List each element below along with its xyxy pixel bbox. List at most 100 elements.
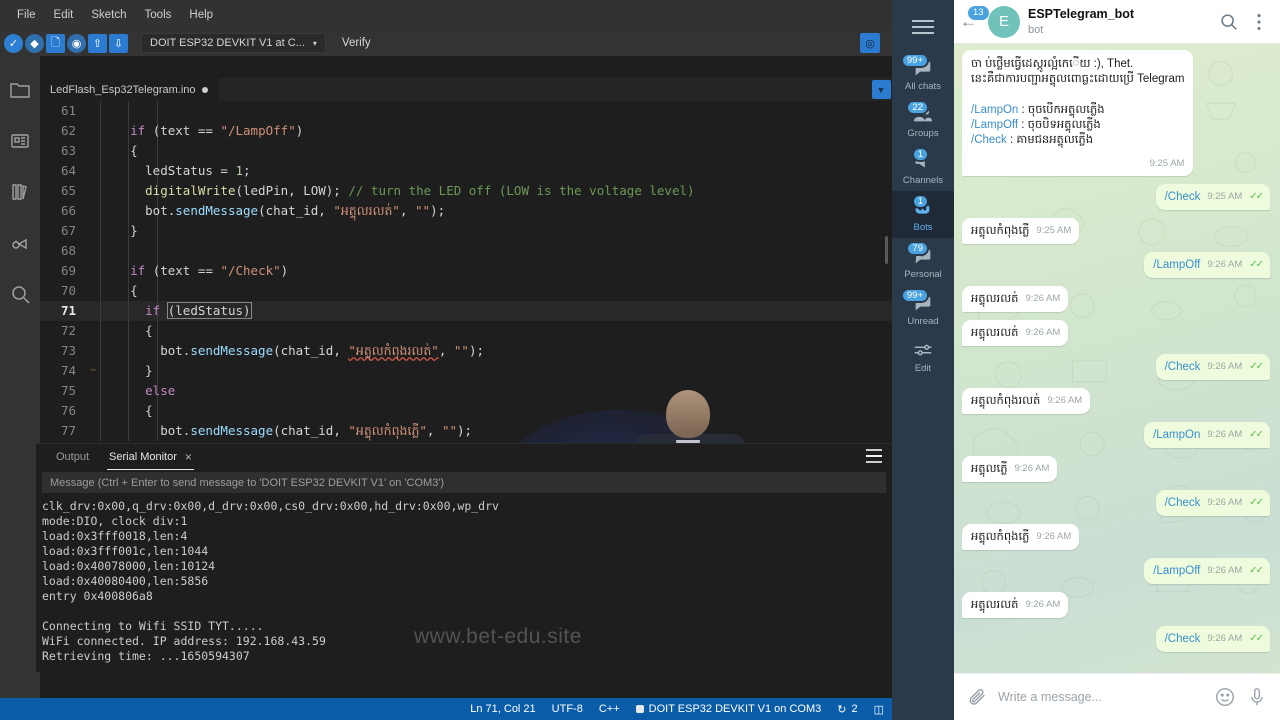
fold-marker[interactable] (86, 281, 100, 301)
microphone-icon[interactable] (1246, 686, 1268, 708)
rail-item-groups[interactable]: 22Groups (892, 97, 954, 144)
debug-icon[interactable] (8, 231, 32, 255)
serial-plotter-icon[interactable]: ◎ (860, 33, 880, 53)
message-bubble[interactable]: /Check9:26 AM✓✓ (1156, 490, 1270, 516)
rail-item-bots[interactable]: 1Bots (892, 191, 954, 238)
code-line[interactable]: 61 (40, 101, 892, 121)
status-encoding[interactable]: UTF-8 (544, 703, 591, 715)
code-editor[interactable]: 6162 if (text == "/LampOff")63 {64 ledSt… (40, 101, 892, 441)
message-list[interactable]: ចា ប់ថ្លើមធ្វើដេស្កូរល្អំកេើយ :), Thet. … (954, 44, 1280, 673)
fold-marker[interactable] (86, 421, 100, 441)
emoji-icon[interactable] (1214, 686, 1236, 708)
message-bubble[interactable]: អត្ទុលភ្លើ9:26 AM (962, 456, 1057, 482)
code-line[interactable]: 72 { (40, 321, 892, 341)
message-bubble[interactable]: អត្ទុលរលត់9:26 AM (962, 286, 1068, 312)
message-bubble[interactable]: /LampOff9:26 AM✓✓ (1144, 558, 1270, 584)
code-line[interactable]: 67 } (40, 221, 892, 241)
fold-marker[interactable] (86, 141, 100, 161)
code-line[interactable]: 65 digitalWrite(ledPin, LOW); // turn th… (40, 181, 892, 201)
fold-marker[interactable] (86, 101, 100, 121)
rail-item-personal[interactable]: 79Personal (892, 238, 954, 285)
message-bubble[interactable]: អត្ទុលរលត់9:26 AM (962, 320, 1068, 346)
serial-monitor-toggle-icon[interactable]: ▼ (872, 80, 891, 99)
message-bubble[interactable]: អត្ទុលកំពុងរលត់9:26 AM (962, 388, 1090, 414)
code-line[interactable]: 63 { (40, 141, 892, 161)
tab-output[interactable]: Output (46, 444, 99, 470)
rail-item-unread[interactable]: 99+Unread (892, 285, 954, 332)
code-line[interactable]: 66 bot.sendMessage(chat_id, "អត្ទុលរលត់"… (40, 201, 892, 221)
fold-marker[interactable] (86, 241, 100, 261)
boards-manager-icon[interactable] (8, 129, 32, 153)
fold-marker[interactable] (86, 401, 100, 421)
close-icon[interactable]: × (185, 450, 192, 464)
bot-command-name[interactable]: /LampOff (971, 119, 1018, 131)
bot-command-name[interactable]: /LampOn (971, 104, 1018, 116)
menu-edit[interactable]: Edit (45, 5, 83, 25)
save-button[interactable]: ⇩ (109, 34, 128, 53)
fold-marker[interactable] (86, 201, 100, 221)
avatar[interactable]: E (988, 6, 1020, 38)
new-sketch-button[interactable]: 🗋 (46, 34, 65, 53)
code-line[interactable]: 70 { (40, 281, 892, 301)
message-bubble[interactable]: /LampOn9:26 AM✓✓ (1144, 422, 1270, 448)
board-selector[interactable]: DOIT ESP32 DEVKIT V1 at C... ▾ (141, 33, 326, 53)
bot-command-item[interactable]: /Check : គាមជនអត្ទុលភ្លើង (971, 133, 1184, 148)
fold-marker[interactable] (86, 381, 100, 401)
menu-file[interactable]: File (8, 5, 45, 25)
status-notifications[interactable]: ↻ 2 (829, 703, 865, 716)
rail-item-channels[interactable]: 1Channels (892, 144, 954, 191)
fold-marker[interactable] (86, 221, 100, 241)
fold-marker[interactable] (86, 341, 100, 361)
message-bubble[interactable]: /Check9:26 AM✓✓ (1156, 626, 1270, 652)
fold-marker[interactable] (86, 301, 100, 321)
fold-marker[interactable] (86, 181, 100, 201)
code-line[interactable]: 75 else (40, 381, 892, 401)
rail-item-edit[interactable]: Edit (892, 332, 954, 379)
message-bubble[interactable]: អត្ទុលកំពុងភ្លើ9:26 AM (962, 524, 1079, 550)
back-button[interactable]: ← 13 (960, 12, 980, 32)
message-bubble[interactable]: ចា ប់ថ្លើមធ្វើដេស្កូរល្អំកេើយ :), Thet. … (962, 50, 1193, 176)
code-line[interactable]: 71 if (ledStatus) (40, 301, 892, 321)
more-options-icon[interactable] (1248, 11, 1270, 33)
code-line[interactable]: 74~ } (40, 361, 892, 381)
menu-help[interactable]: Help (180, 5, 222, 25)
code-line[interactable]: 68 (40, 241, 892, 261)
verify-button[interactable]: ✓ (4, 34, 23, 53)
tab-serial-monitor[interactable]: Serial Monitor × (99, 444, 202, 470)
bot-command-item[interactable]: /LampOff : ចុចបិទអត្ទុលភ្លើង (971, 118, 1184, 133)
fold-marker[interactable] (86, 261, 100, 281)
search-icon[interactable] (8, 282, 32, 306)
open-button[interactable]: ⇧ (88, 34, 107, 53)
message-bubble[interactable]: /Check9:26 AM✓✓ (1156, 354, 1270, 380)
fold-marker[interactable] (86, 161, 100, 181)
serial-message-input[interactable]: Message (Ctrl + Enter to send message to… (42, 472, 886, 493)
attach-icon[interactable] (966, 686, 988, 708)
menu-sketch[interactable]: Sketch (82, 5, 135, 25)
fold-marker[interactable] (86, 121, 100, 141)
hamburger-icon[interactable] (912, 20, 934, 34)
code-line[interactable]: 64 ledStatus = 1; (40, 161, 892, 181)
explorer-icon[interactable] (8, 78, 32, 102)
debug-button[interactable]: ◉ (67, 34, 86, 53)
code-line[interactable]: 69 if (text == "/Check") (40, 261, 892, 281)
message-bubble[interactable]: អត្ទុលរលត់9:26 AM (962, 592, 1068, 618)
status-layout-icon[interactable]: ◫ (866, 703, 892, 716)
status-cursor-position[interactable]: Ln 71, Col 21 (462, 703, 543, 715)
message-bubble[interactable]: /LampOff9:26 AM✓✓ (1144, 252, 1270, 278)
status-language[interactable]: C++ (591, 703, 628, 715)
panel-menu-icon[interactable] (866, 449, 882, 463)
message-bubble[interactable]: /Check9:25 AM✓✓ (1156, 184, 1270, 210)
fold-marker[interactable] (86, 321, 100, 341)
code-line[interactable]: 76 { (40, 401, 892, 421)
editor-tab[interactable]: LedFlash_Esp32Telegram.ino (40, 78, 219, 101)
upload-button[interactable]: ◆ (25, 34, 44, 53)
code-line[interactable]: 73 bot.sendMessage(chat_id, "អត្ទុលកំពុង… (40, 341, 892, 361)
bot-command-name[interactable]: /Check (971, 134, 1007, 146)
code-line[interactable]: 77 bot.sendMessage(chat_id, "អត្ទុលកំពុង… (40, 421, 892, 441)
fold-marker[interactable]: ~ (86, 361, 100, 381)
rail-item-all-chats[interactable]: 99+All chats (892, 50, 954, 97)
library-manager-icon[interactable] (8, 180, 32, 204)
message-bubble[interactable]: អត្ទុលកំពុងភ្លើ9:25 AM (962, 218, 1079, 244)
status-board[interactable]: DOIT ESP32 DEVKIT V1 on COM3 (628, 703, 830, 715)
search-icon[interactable] (1218, 11, 1240, 33)
